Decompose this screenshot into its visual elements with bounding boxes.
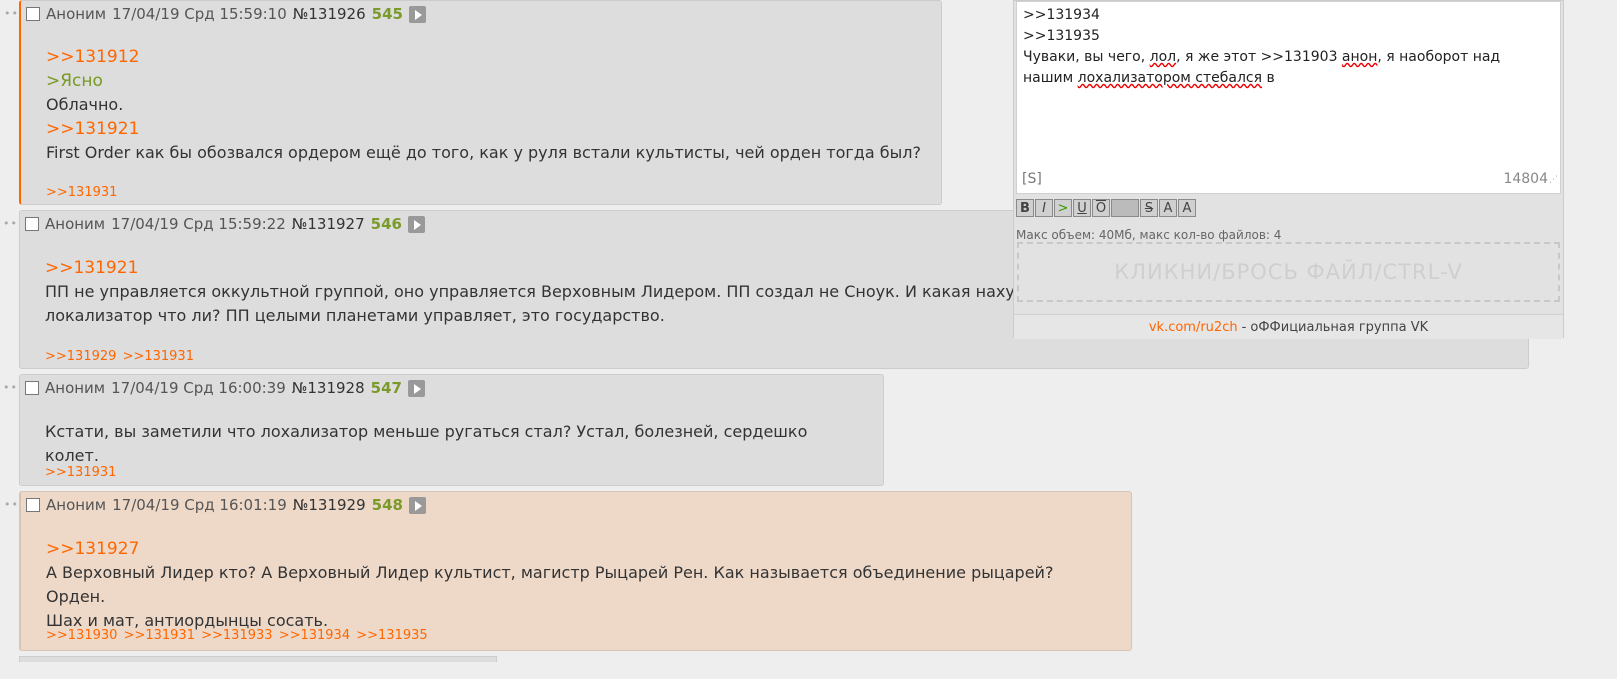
form-footer: vk.com/ru2ch - оФФициальная группа VK <box>1014 314 1563 339</box>
post-date: 17/04/19 Срд 15:59:22 <box>111 215 286 233</box>
greentext-quote: >Ясно <box>46 71 103 91</box>
post-number[interactable]: №131927 <box>292 215 365 233</box>
post-menu-dots[interactable]: •• <box>3 217 18 230</box>
post-131928: •• Аноним 17/04/19 Срд 16:00:39 №131928 … <box>3 374 884 486</box>
textarea-line: Чуваки, вы чего, лол, я же этот >>131903… <box>1023 49 1501 65</box>
post-count: 548 <box>371 496 403 514</box>
reply-link[interactable]: >>131921 <box>46 117 921 141</box>
textarea-line: >>131935 <box>1023 28 1100 44</box>
expand-play-icon[interactable] <box>407 379 425 397</box>
post-number[interactable]: №131929 <box>293 496 366 514</box>
resize-grip-icon[interactable]: ⋰ <box>1549 170 1558 191</box>
bold-button[interactable]: B <box>1016 199 1034 217</box>
post-count: 545 <box>371 5 403 23</box>
post-date: 17/04/19 Срд 15:59:10 <box>112 5 287 23</box>
post-menu-dots[interactable]: •• <box>4 7 19 20</box>
underline-button[interactable]: U <box>1073 199 1091 217</box>
next-post-edge <box>19 656 497 662</box>
message-text: Кстати, вы заметили что лохализатор мень… <box>45 422 808 465</box>
post-number[interactable]: №131928 <box>292 379 365 397</box>
message-text: Облачно. <box>46 95 124 114</box>
post-replies: >>131929 >>131931 <box>45 349 194 364</box>
post-message: Кстати, вы заметили что лохализатор мень… <box>45 420 863 468</box>
subscript-button[interactable]: A <box>1178 199 1196 217</box>
message-textarea[interactable]: >>131934 >>131935 Чуваки, вы чего, лол, … <box>1016 1 1561 194</box>
backlink[interactable]: >>131931 <box>124 628 195 643</box>
vk-group-link[interactable]: vk.com/ru2ch <box>1149 320 1238 335</box>
textarea-line: нашим лохализатором стебался в <box>1023 70 1275 86</box>
char-counter: 14804 <box>1503 171 1548 187</box>
post-menu-dots[interactable]: •• <box>3 381 18 394</box>
file-dropzone[interactable]: КЛИКНИ/БРОСЬ ФАЙЛ/CTRL-V <box>1017 242 1560 302</box>
post-header: Аноним 17/04/19 Срд 15:59:10 №131926 545 <box>26 5 426 23</box>
post-message: >>131927 А Верховный Лидер кто? А Верхов… <box>46 537 1111 633</box>
backlink[interactable]: >>131935 <box>356 628 427 643</box>
post-header: Аноним 17/04/19 Срд 16:00:39 №131928 547 <box>25 379 425 397</box>
post-date: 17/04/19 Срд 16:01:19 <box>112 496 287 514</box>
quote-button[interactable]: > <box>1054 199 1072 217</box>
post-date: 17/04/19 Срд 16:00:39 <box>111 379 286 397</box>
expand-play-icon[interactable] <box>408 496 426 514</box>
backlink[interactable]: >>131931 <box>123 349 194 364</box>
post-select-checkbox[interactable] <box>26 498 40 512</box>
message-text: А Верховный Лидер кто? А Верховный Лидер… <box>46 563 1054 606</box>
expand-play-icon[interactable] <box>408 5 426 23</box>
backlink[interactable]: >>131934 <box>279 628 350 643</box>
post-select-checkbox[interactable] <box>25 381 39 395</box>
post-select-checkbox[interactable] <box>25 217 39 231</box>
footer-text: - оФФициальная группа VK <box>1241 319 1429 335</box>
post-replies: >>131930 >>131931 >>131933 >>131934 >>13… <box>46 628 428 643</box>
post-replies: >>131931 <box>46 185 117 200</box>
reply-link[interactable]: >>131927 <box>46 537 1111 561</box>
spoiler-button[interactable] <box>1111 199 1139 217</box>
backlink[interactable]: >>131930 <box>46 628 117 643</box>
post-select-checkbox[interactable] <box>26 7 40 21</box>
poster-name: Аноним <box>45 215 106 233</box>
message-text: First Order как бы обозвался ордером ещё… <box>46 143 921 162</box>
poster-name: Аноним <box>45 379 106 397</box>
post-header: Аноним 17/04/19 Срд 16:01:19 №131929 548 <box>26 496 426 514</box>
post-menu-dots[interactable]: •• <box>4 498 19 511</box>
expand-play-icon[interactable] <box>407 215 425 233</box>
backlink[interactable]: >>131933 <box>201 628 272 643</box>
post-131929: •• Аноним 17/04/19 Срд 16:01:19 №131929 … <box>4 491 1132 651</box>
file-limits: Макс объем: 40Мб, макс кол-во файлов: 4 <box>1016 228 1282 242</box>
markup-toolbar: B I > U O S A A <box>1016 199 1196 217</box>
post-count: 546 <box>370 215 402 233</box>
post-replies: >>131931 <box>45 465 116 480</box>
poster-name: Аноним <box>46 496 107 514</box>
backlink[interactable]: >>131929 <box>45 349 116 364</box>
post-header: Аноним 17/04/19 Срд 15:59:22 №131927 546 <box>25 215 425 233</box>
backlink[interactable]: >>131931 <box>45 465 116 480</box>
quick-reply-form: >>131934 >>131935 Чуваки, вы чего, лол, … <box>1013 0 1564 339</box>
poster-name: Аноним <box>46 5 107 23</box>
sage-toggle[interactable]: [S] <box>1022 169 1042 190</box>
backlink[interactable]: >>131931 <box>46 185 117 200</box>
superscript-button[interactable]: A <box>1159 199 1177 217</box>
italic-button[interactable]: I <box>1035 199 1053 217</box>
reply-link[interactable]: >>131912 <box>46 45 921 69</box>
post-131926: •• Аноним 17/04/19 Срд 15:59:10 №131926 … <box>4 0 942 205</box>
post-count: 547 <box>370 379 402 397</box>
overline-button[interactable]: O <box>1092 199 1110 217</box>
post-number[interactable]: №131926 <box>293 5 366 23</box>
textarea-line: >>131934 <box>1023 7 1100 23</box>
strike-button[interactable]: S <box>1140 199 1158 217</box>
post-message: >>131912 >Ясно Облачно. >>131921 First O… <box>46 45 921 165</box>
